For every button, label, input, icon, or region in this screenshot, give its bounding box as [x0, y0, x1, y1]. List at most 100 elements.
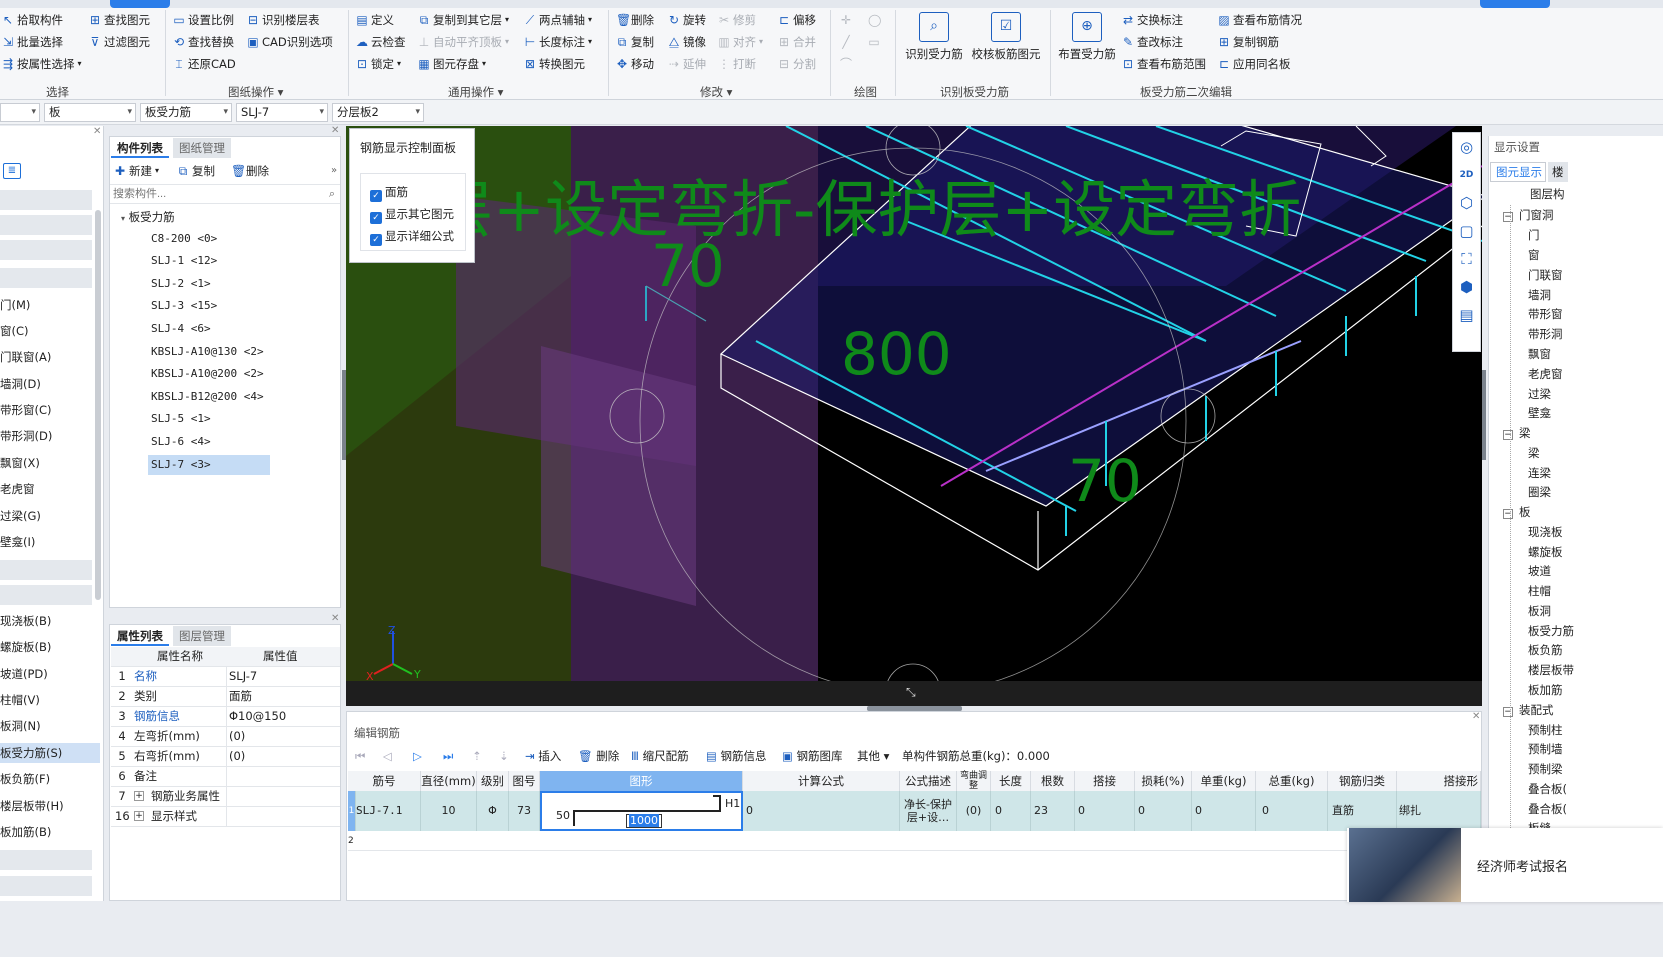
- find-element-button[interactable]: ⊞ 查找图元: [89, 13, 150, 27]
- scale-rebar-button[interactable]: Ⅲ 缩尺配筋: [631, 748, 689, 764]
- copy-button[interactable]: ⧉ 复制: [616, 35, 654, 49]
- layer-item[interactable]: 柱帽: [1528, 581, 1551, 601]
- rebar-library-button[interactable]: ▣ 钢筋图库: [782, 748, 843, 764]
- component-select[interactable]: SLJ-7: [236, 103, 328, 122]
- move-down-button[interactable]: ⇣: [499, 748, 509, 764]
- close-icon[interactable]: ✕: [331, 125, 339, 136]
- find-replace-button[interactable]: ⟲ 查找替换: [173, 35, 234, 49]
- nav-item-selected[interactable]: 板受力筋(S): [0, 743, 100, 763]
- cell-formula[interactable]: 0: [743, 791, 900, 831]
- tree-item[interactable]: SLJ-6 <4>: [151, 432, 211, 452]
- set-scale-button[interactable]: ▭ 设置比例: [173, 13, 234, 27]
- prev-button[interactable]: ◁: [383, 748, 392, 764]
- layer-item[interactable]: 预制柱: [1528, 720, 1563, 740]
- cell-figure-no[interactable]: 73: [509, 791, 540, 831]
- apply-same-name-button[interactable]: ⊏ 应用同名板: [1218, 57, 1291, 71]
- collapse-icon[interactable]: ▾: [121, 214, 125, 223]
- collapse-icon[interactable]: −: [1503, 707, 1513, 717]
- collapse-icon[interactable]: −: [1503, 212, 1513, 222]
- cell-diameter[interactable]: 10: [421, 791, 477, 831]
- layer-item[interactable]: 坡道: [1528, 561, 1551, 581]
- shape-right-dim[interactable]: H1: [725, 797, 740, 810]
- layer-item[interactable]: 门联窗: [1528, 265, 1563, 285]
- nav-scrollbar[interactable]: [95, 210, 101, 600]
- prop-value[interactable]: Φ10@150: [229, 707, 286, 726]
- layer-item[interactable]: 板负筋: [1528, 640, 1563, 660]
- draw-arc-button[interactable]: ⌒: [840, 57, 852, 71]
- more-icon[interactable]: »: [331, 165, 337, 176]
- delete-button[interactable]: 🗑 删除: [616, 13, 654, 27]
- define-button[interactable]: ▤ 定义: [356, 13, 394, 27]
- swap-label-button[interactable]: ⇄ 交换标注: [1122, 13, 1183, 27]
- 3d-view-icon[interactable]: ⬡: [1453, 189, 1480, 217]
- prop-value[interactable]: SLJ-7: [229, 667, 257, 686]
- shape-length-input[interactable]: 1000: [626, 814, 662, 828]
- left-splitter[interactable]: [342, 370, 346, 460]
- cell-loss[interactable]: 0: [1135, 791, 1192, 831]
- close-icon[interactable]: ✕: [93, 126, 101, 137]
- save-element-button[interactable]: ▦ 图元存盘 ▾: [418, 57, 486, 71]
- nav-item[interactable]: 柱帽(V): [0, 690, 100, 710]
- layer-item[interactable]: 墙洞: [1528, 285, 1551, 305]
- search-box[interactable]: ⌕: [110, 184, 340, 204]
- move-button[interactable]: ✥ 移动: [616, 57, 654, 71]
- tree-item[interactable]: KBSLJ-B12@200 <4>: [151, 387, 264, 407]
- align-button[interactable]: ▥ 对齐 ▾: [718, 35, 763, 49]
- trim-button[interactable]: ✂ 修剪: [718, 13, 756, 27]
- shape-left-dim[interactable]: 50: [556, 809, 570, 822]
- close-icon[interactable]: ✕: [1472, 711, 1480, 722]
- prop-value[interactable]: 面筋: [229, 687, 252, 706]
- last-button[interactable]: ⏭: [443, 748, 453, 764]
- nav-item[interactable]: 螺旋板(B): [0, 637, 100, 657]
- layer-item[interactable]: 梁: [1528, 443, 1540, 463]
- checkbox-show-others[interactable]: ✓ 显示其它图元: [370, 206, 454, 224]
- prop-value[interactable]: (0): [229, 747, 245, 766]
- cell-bend[interactable]: (0): [957, 791, 991, 831]
- auto-align-top-button[interactable]: ⊥ 自动平齐顶板 ▾: [418, 35, 509, 49]
- draw-rect-button[interactable]: ▭: [868, 35, 880, 49]
- convert-element-button[interactable]: ⊠ 转换图元: [524, 57, 585, 71]
- layer-item[interactable]: 预制梁: [1528, 759, 1563, 779]
- collapse-icon[interactable]: −: [1503, 509, 1513, 519]
- ad-banner[interactable]: 经济师考试报名: [1347, 828, 1663, 902]
- layer-item[interactable]: 板洞: [1528, 601, 1551, 621]
- layer-item[interactable]: 叠合板(: [1528, 779, 1567, 799]
- nav-item[interactable]: 带形洞(D): [0, 426, 100, 446]
- layer-item[interactable]: 板加筋: [1528, 680, 1563, 700]
- tree-item[interactable]: KBSLJ-A10@200 <2>: [151, 364, 264, 384]
- copy-component-button[interactable]: ⧉ 复制: [177, 164, 215, 178]
- tree-item[interactable]: SLJ-4 <6>: [151, 319, 211, 339]
- layer-item[interactable]: 圈梁: [1528, 482, 1551, 502]
- check-rebar-button[interactable]: ☑ 校核板筋图元: [970, 12, 1042, 62]
- nav-item[interactable]: 飘窗(X): [0, 453, 100, 473]
- identify-rebar-button[interactable]: ⌕ 识别受力筋: [903, 12, 965, 62]
- viewport-canvas[interactable]: 层+设定弯折-保护层+设定弯折 70 800 70 Z X Y ⤡: [346, 126, 1482, 706]
- pick-component-button[interactable]: ↖ 拾取构件: [2, 13, 63, 27]
- view-range-button[interactable]: ⊡ 查看布筋范围: [1122, 57, 1206, 71]
- nav-item[interactable]: 带形窗(C): [0, 400, 100, 420]
- tree-item[interactable]: SLJ-2 <1>: [151, 274, 211, 294]
- tab-active-indicator[interactable]: [110, 0, 170, 8]
- copy-to-floor-button[interactable]: ⧉ 复制到其它层 ▾: [418, 13, 509, 27]
- nav-item[interactable]: 坡道(PD): [0, 664, 100, 684]
- tree-item[interactable]: KBSLJ-A10@130 <2>: [151, 342, 264, 362]
- cell-total-weight[interactable]: 0: [1256, 791, 1328, 831]
- nav-item[interactable]: 板负筋(F): [0, 769, 100, 789]
- two-point-axis-button[interactable]: ⟋ 两点辅轴 ▾: [524, 13, 592, 27]
- row-indicator[interactable]: 1: [348, 791, 356, 831]
- checkbox-face-rebar[interactable]: ✓ 面筋: [370, 184, 408, 202]
- tab-layer-manage[interactable]: 图层管理: [173, 626, 231, 646]
- collapse-icon[interactable]: −: [1503, 430, 1513, 440]
- draw-line-button[interactable]: ╱: [840, 35, 852, 49]
- shape-length-value[interactable]: 1000: [629, 814, 659, 827]
- layer-item[interactable]: 老虎窗: [1528, 364, 1563, 384]
- tree-item-selected[interactable]: SLJ-7 <3>: [148, 455, 270, 475]
- group-slabs[interactable]: − 板: [1503, 502, 1531, 522]
- search-input[interactable]: [110, 185, 310, 203]
- layer-item[interactable]: 窗: [1528, 245, 1540, 265]
- select-by-attr-button[interactable]: ⇶ 按属性选择 ▾: [2, 57, 82, 71]
- cloud-check-button[interactable]: ☁ 云检查: [356, 35, 406, 49]
- tab-drawing-manage[interactable]: 图纸管理: [173, 138, 231, 158]
- cell-lap[interactable]: 0: [1075, 791, 1135, 831]
- 3d-viewport[interactable]: 层+设定弯折-保护层+设定弯折 70 800 70 Z X Y ⤡: [346, 126, 1482, 706]
